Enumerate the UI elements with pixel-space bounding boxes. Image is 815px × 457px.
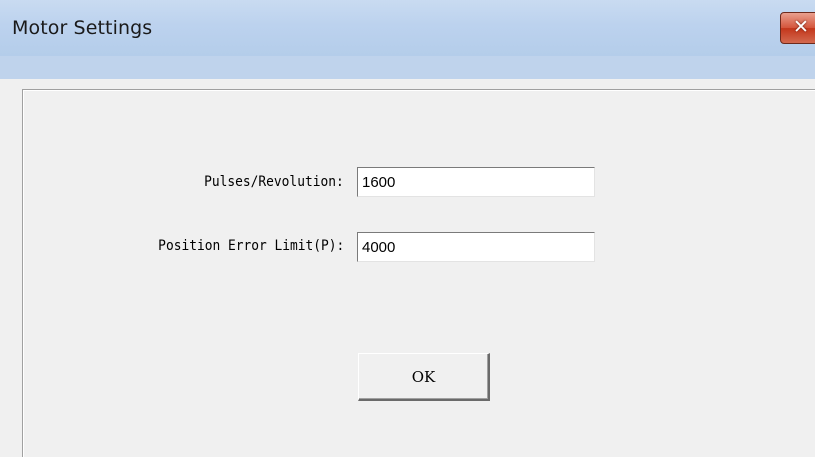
close-icon: ✕ [793, 16, 809, 38]
title-bar[interactable]: Motor Settings ✕ [0, 0, 815, 56]
window-title: Motor Settings [12, 17, 153, 39]
dialog-client-area [22, 89, 815, 457]
position-error-limit-field[interactable] [357, 232, 595, 262]
ok-button[interactable]: OK [358, 353, 490, 401]
pulses-per-revolution-label: Pulses/Revolution: [204, 174, 344, 190]
motor-settings-window: Motor Settings ✕ Pulses/Revolution: Posi… [0, 0, 815, 457]
window-frame-border [0, 56, 815, 79]
close-button[interactable]: ✕ [780, 12, 815, 44]
pulses-per-revolution-field[interactable] [357, 167, 595, 197]
position-error-limit-label: Position Error Limit(P): [157, 238, 344, 254]
